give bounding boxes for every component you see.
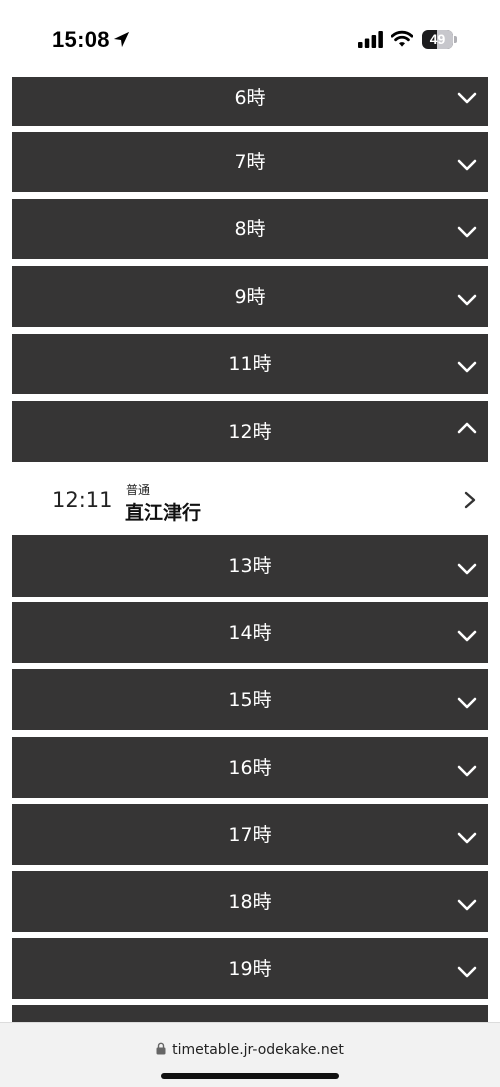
hour-row[interactable]: 13時: [12, 535, 488, 597]
cellular-signal-icon: [358, 31, 383, 48]
hour-row[interactable]: 9時: [12, 266, 488, 327]
hour-label: 19時: [228, 958, 272, 980]
chevron-down-icon: [457, 765, 477, 777]
hour-label: 15時: [228, 689, 272, 711]
browser-address-bar[interactable]: timetable.jr-odekake.net: [0, 1022, 500, 1087]
chevron-down-icon: [457, 630, 477, 642]
hour-row[interactable]: 14時: [12, 602, 488, 663]
departure-time: 12:11: [52, 488, 113, 512]
chevron-up-icon: [457, 422, 477, 434]
screen: 15:08 49 6時 7時 8時 9時 11時 12時 13時 14時 15時 16時 17時 18…: [0, 0, 500, 1087]
hour-row[interactable]: 19時: [12, 938, 488, 999]
battery-cap: [454, 36, 457, 43]
hour-label: 17時: [228, 824, 272, 846]
train-type-label: 普通: [126, 483, 151, 497]
hour-row[interactable]: 8時: [12, 199, 488, 259]
lock-icon: [156, 1042, 166, 1055]
battery-level-text: 49: [429, 31, 446, 47]
hour-row[interactable]: 6時: [12, 77, 488, 126]
chevron-down-icon: [457, 92, 477, 104]
hour-label: 8時: [234, 218, 266, 240]
battery-icon: 49: [422, 30, 458, 49]
hour-row[interactable]: 12時: [12, 401, 488, 462]
url-text: timetable.jr-odekake.net: [172, 1042, 344, 1058]
home-indicator[interactable]: [161, 1073, 339, 1079]
chevron-down-icon: [457, 159, 477, 171]
chevron-down-icon: [457, 966, 477, 978]
hour-row[interactable]: 16時: [12, 737, 488, 798]
hour-label: 6時: [234, 87, 266, 109]
hour-row[interactable]: 15時: [12, 669, 488, 730]
hour-label: 16時: [228, 757, 272, 779]
chevron-down-icon: [457, 899, 477, 911]
hour-row[interactable]: 11時: [12, 334, 488, 394]
chevron-down-icon: [457, 563, 477, 575]
hour-row[interactable]: 18時: [12, 871, 488, 932]
chevron-down-icon: [457, 226, 477, 238]
hour-label: 9時: [234, 286, 266, 308]
wifi-icon: [391, 30, 413, 47]
chevron-right-icon: [464, 491, 476, 509]
hour-row[interactable]: 17時: [12, 804, 488, 865]
hour-label: 14時: [228, 622, 272, 644]
status-time: 15:08: [52, 27, 110, 52]
hour-label: 18時: [228, 891, 272, 913]
location-arrow-icon: [113, 31, 130, 48]
status-bar: 15:08 49: [0, 0, 500, 76]
chevron-down-icon: [457, 361, 477, 373]
hour-label: 13時: [228, 555, 272, 577]
departure-entry[interactable]: 12:11 普通 直江津行: [0, 468, 500, 532]
hour-label: 12時: [228, 421, 272, 443]
url-display[interactable]: timetable.jr-odekake.net: [0, 1039, 500, 1059]
train-destination: 直江津行: [125, 502, 202, 524]
hour-label: 11時: [228, 353, 272, 375]
battery-body: 49: [422, 30, 453, 49]
chevron-down-icon: [457, 832, 477, 844]
hour-label: 7時: [234, 151, 266, 173]
chevron-down-icon: [457, 294, 477, 306]
hour-row[interactable]: 7時: [12, 132, 488, 192]
chevron-down-icon: [457, 697, 477, 709]
